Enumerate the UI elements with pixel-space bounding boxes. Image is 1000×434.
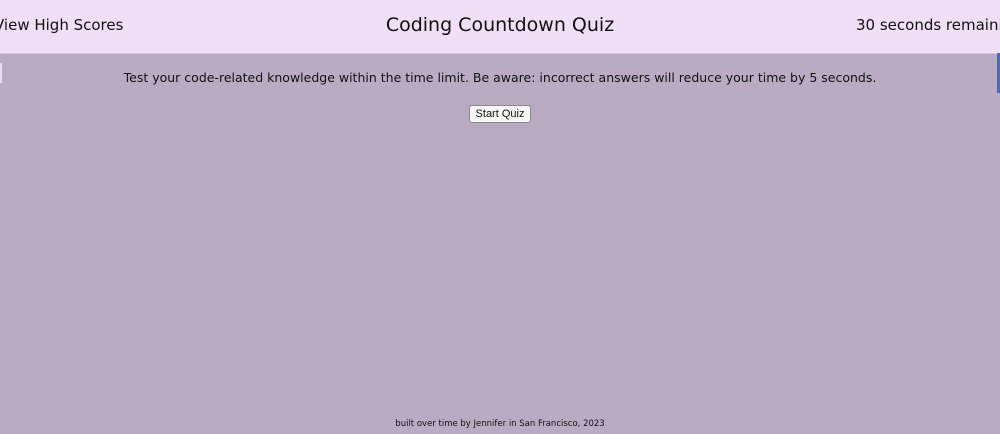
quiz-page: View High Scores Coding Countdown Quiz 3… xyxy=(0,0,1000,434)
start-quiz-button[interactable]: Start Quiz xyxy=(468,105,532,123)
footer-credit: built over time by Jennifer in San Franc… xyxy=(395,419,605,429)
time-remaining-display: 30 seconds remaining xyxy=(856,16,1000,34)
top-header: View High Scores Coding Countdown Quiz 3… xyxy=(0,0,1000,54)
page-title: Coding Countdown Quiz xyxy=(385,14,615,36)
start-button-container: Start Quiz xyxy=(0,102,1000,123)
intro-text: Test your code-related knowledge within … xyxy=(123,70,877,85)
